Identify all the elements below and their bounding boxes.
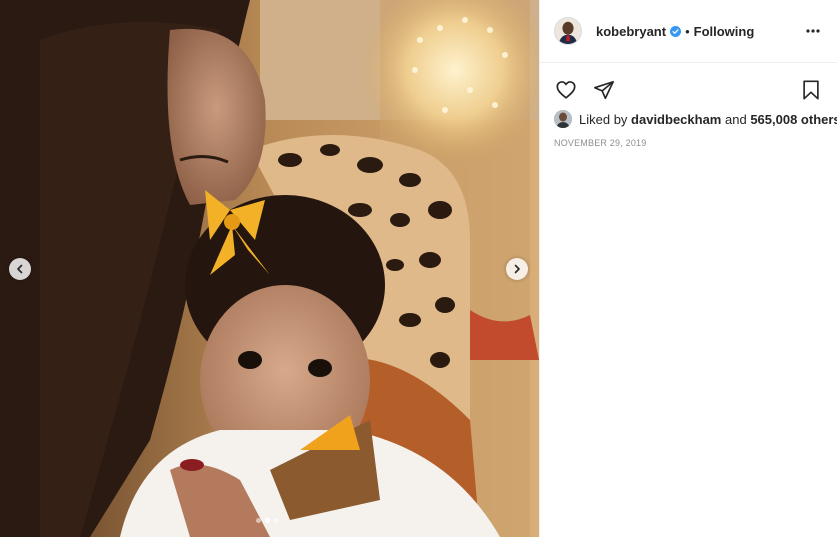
verified-badge-icon [670, 25, 682, 37]
carousel-previous-button[interactable] [9, 258, 31, 280]
post-photo [0, 0, 539, 537]
liker-avatar[interactable] [554, 110, 572, 128]
author-username[interactable]: kobebryant [596, 24, 666, 39]
chevron-left-icon [17, 264, 23, 274]
author-avatar[interactable] [554, 17, 582, 45]
carousel-next-button[interactable] [506, 258, 528, 280]
following-button[interactable]: Following [694, 24, 755, 39]
more-options-button[interactable] [803, 21, 823, 41]
likes-prefix: Liked by [579, 111, 628, 127]
post-side-panel: kobebryant • Following Liked by davidbec… [539, 0, 837, 537]
header-separator: • [685, 23, 690, 39]
likes-summary: Liked by davidbeckham and 565,008 others [554, 110, 837, 128]
post-media[interactable] [0, 0, 539, 537]
share-button[interactable] [592, 78, 616, 102]
likes-conjunction: and [725, 111, 747, 127]
author-avatar-image [555, 18, 581, 44]
post-header: kobebryant • Following [540, 0, 837, 63]
chevron-right-icon [514, 264, 520, 274]
instagram-post: kobebryant • Following Liked by davidbec… [0, 0, 837, 537]
bookmark-icon [803, 80, 819, 100]
heart-icon [556, 81, 576, 99]
post-date[interactable]: NOVEMBER 29, 2019 [554, 138, 646, 148]
paper-plane-icon [594, 80, 614, 100]
carousel-indicator [256, 518, 279, 523]
liker-avatar-image [554, 110, 572, 128]
carousel-dot-active [265, 518, 270, 523]
more-options-icon [806, 29, 820, 33]
carousel-dot [274, 518, 279, 523]
post-actions [554, 76, 823, 104]
like-button[interactable] [554, 78, 578, 102]
save-button[interactable] [799, 78, 823, 102]
likes-text: Liked by davidbeckham and 565,008 others [579, 112, 837, 127]
carousel-dot [256, 518, 261, 523]
likes-others-link[interactable]: 565,008 others [750, 112, 837, 127]
liked-by-username[interactable]: davidbeckham [631, 112, 721, 127]
